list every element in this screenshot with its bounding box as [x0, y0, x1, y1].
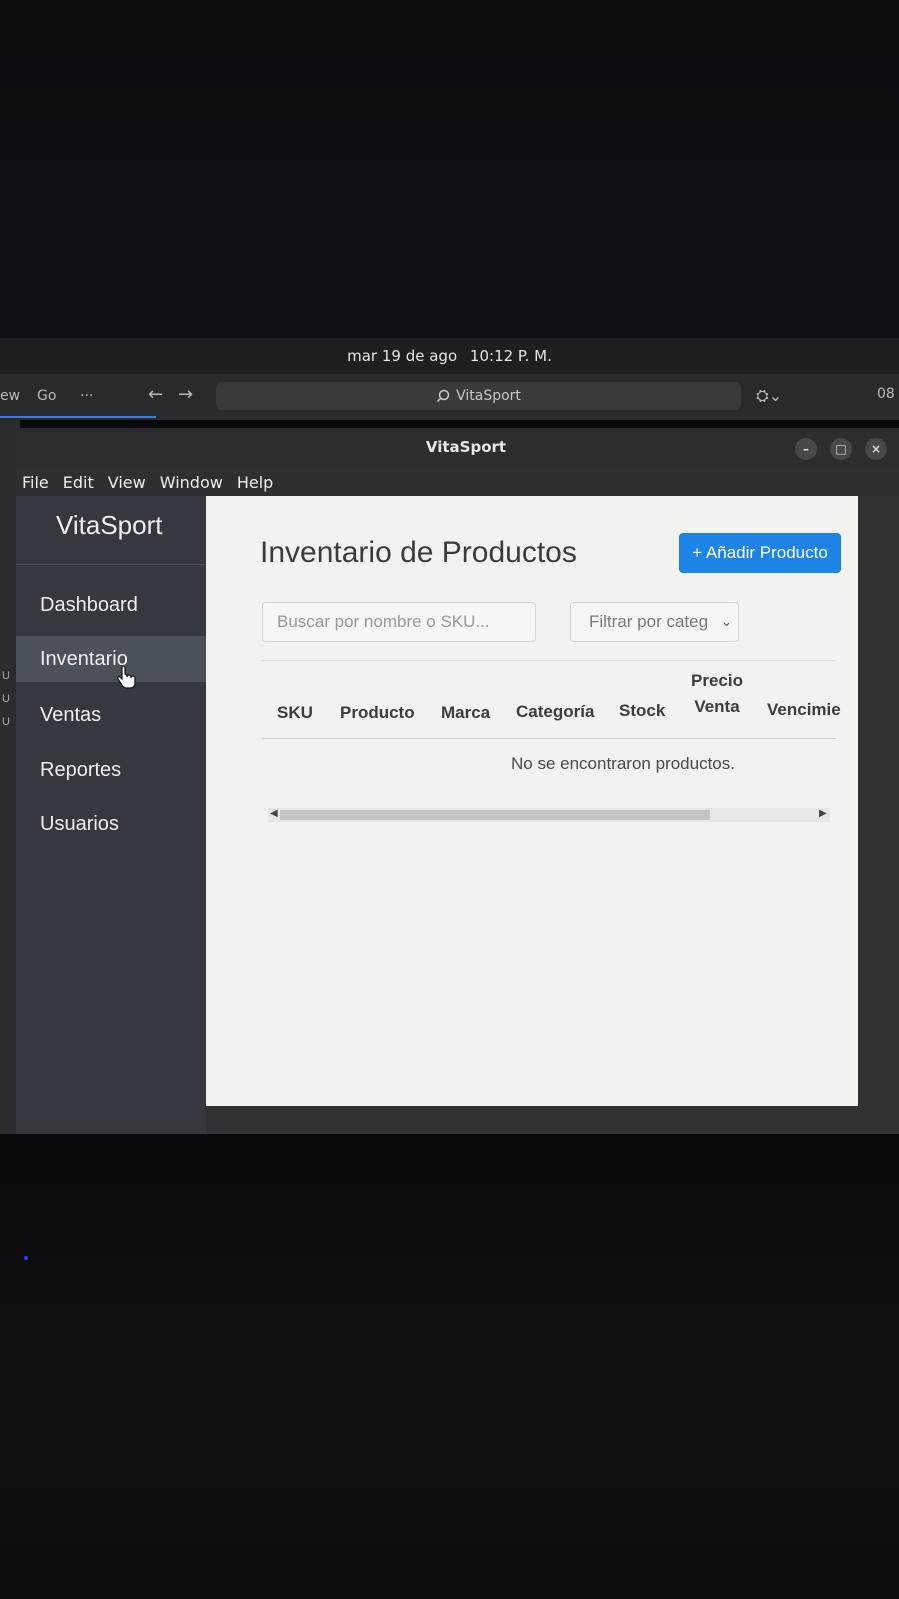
browser-tab-go[interactable]: Go: [37, 388, 56, 404]
search-input[interactable]: Buscar por nombre o SKU...: [262, 602, 536, 642]
address-text: VitaSport: [456, 388, 521, 404]
menu-view[interactable]: View: [108, 473, 146, 492]
column-header-marca[interactable]: Marca: [441, 703, 490, 723]
add-product-button[interactable]: + Añadir Producto: [679, 533, 841, 573]
column-header-vencimiento[interactable]: Vencimie: [767, 700, 841, 720]
active-tab-indicator: [0, 416, 156, 418]
ghost-glyph: U: [2, 716, 10, 728]
maximize-icon: □: [835, 442, 847, 456]
column-header-precio-line2: Venta: [694, 697, 740, 716]
category-filter-select[interactable]: Filtrar por categ ⌄: [570, 602, 739, 642]
window-title: VitaSport: [425, 438, 507, 456]
column-header-sku[interactable]: SKU: [277, 703, 313, 723]
filter-selected-value: Filtrar por categ: [589, 612, 709, 631]
photo-background-top: [0, 0, 899, 338]
sidebar-item-usuarios[interactable]: Usuarios: [16, 801, 206, 847]
system-clock[interactable]: mar 19 de ago 10:12 P. M.: [343, 347, 556, 365]
column-header-categoria[interactable]: Categoría: [516, 702, 594, 722]
clock-date: mar 19 de ago: [347, 347, 458, 365]
app-window: VitaSport – □ × File Edit View Window He…: [16, 428, 899, 1134]
column-header-stock[interactable]: Stock: [619, 701, 665, 721]
browser-more-icon[interactable]: ···: [80, 388, 93, 404]
os-top-bar: mar 19 de ago 10:12 P. M.: [0, 338, 899, 374]
column-header-precio-venta[interactable]: Precio Venta: [690, 668, 744, 720]
background-browser-toolbar: ew Go ··· ← → VitaSport ⛭⌄ 08: [0, 374, 899, 420]
minimize-icon: –: [803, 442, 809, 456]
search-icon: [437, 389, 450, 403]
back-arrow-icon[interactable]: ←: [148, 384, 163, 405]
menu-file[interactable]: File: [22, 473, 49, 492]
scrollbar-thumb[interactable]: [280, 810, 710, 820]
hand-pointer-cursor-icon: [117, 666, 136, 689]
menu-bar: File Edit View Window Help: [16, 468, 899, 496]
window-titlebar[interactable]: VitaSport – □ ×: [16, 428, 899, 468]
column-header-producto[interactable]: Producto: [340, 703, 415, 723]
clock-time: 10:12 P. M.: [469, 347, 552, 365]
status-led: [24, 1256, 28, 1260]
extensions-icon[interactable]: 08: [877, 386, 895, 402]
photo-background-bottom: [0, 1134, 899, 1599]
empty-state-message: No se encontraron productos.: [511, 754, 735, 773]
table-header-divider: [262, 738, 836, 739]
menu-window[interactable]: Window: [160, 473, 223, 492]
scroll-right-arrow-icon[interactable]: ▶: [819, 808, 827, 819]
chevron-down-icon: ⌄: [721, 614, 732, 629]
sidebar-item-dashboard[interactable]: Dashboard: [16, 582, 206, 628]
page-title: Inventario de Productos: [260, 536, 577, 569]
maximize-button[interactable]: □: [830, 438, 852, 460]
copilot-icon[interactable]: ⛭⌄: [756, 386, 782, 406]
menu-edit[interactable]: Edit: [63, 473, 94, 492]
close-icon: ×: [870, 442, 882, 456]
close-button[interactable]: ×: [865, 438, 887, 460]
column-header-precio-line1: Precio: [691, 671, 743, 690]
minimize-button[interactable]: –: [795, 438, 817, 460]
table-divider: [262, 660, 836, 661]
forward-arrow-icon[interactable]: →: [178, 384, 193, 405]
brand-logo-text: VitaSport: [56, 510, 163, 540]
sidebar-item-inventario[interactable]: Inventario: [16, 636, 206, 682]
sidebar-item-reportes[interactable]: Reportes: [16, 747, 206, 793]
sidebar-item-ventas[interactable]: Ventas: [16, 692, 206, 738]
scroll-left-arrow-icon[interactable]: ◀: [270, 808, 278, 819]
ghost-glyph: U: [2, 693, 10, 705]
horizontal-scrollbar[interactable]: ◀ ▶: [268, 808, 830, 822]
browser-address-bar[interactable]: VitaSport: [216, 382, 741, 410]
menu-help[interactable]: Help: [237, 473, 273, 492]
brand-divider: [16, 564, 206, 565]
sidebar: VitaSport Dashboard Inventario Ventas Re…: [16, 496, 206, 1134]
main-content: Inventario de Productos + Añadir Product…: [206, 496, 858, 1106]
ghost-glyph: U: [2, 670, 10, 682]
browser-tab-partial[interactable]: ew: [0, 388, 20, 404]
